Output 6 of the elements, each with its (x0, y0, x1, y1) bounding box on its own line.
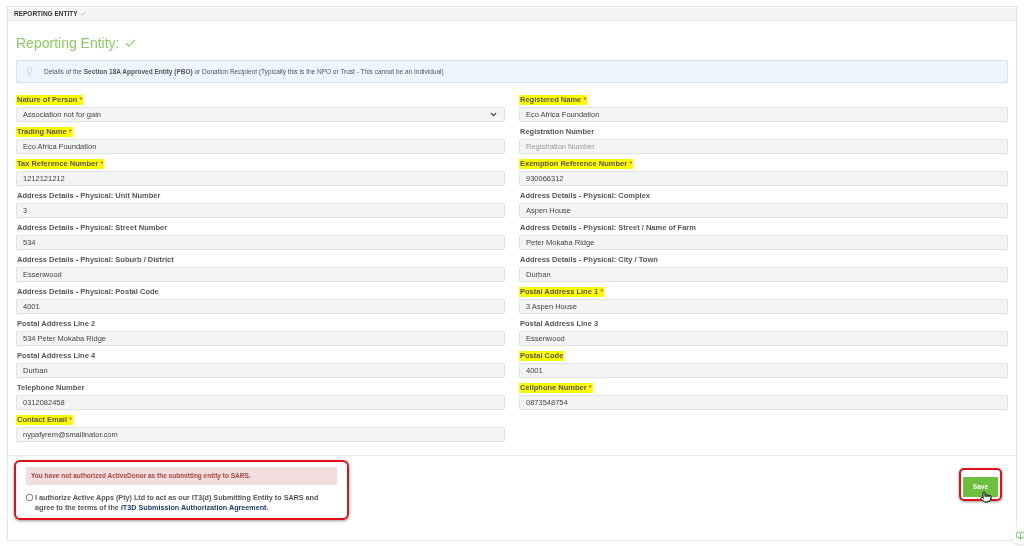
lightbulb-icon (25, 67, 34, 76)
chevron-down-icon (489, 110, 498, 119)
page-heading: Reporting Entity: (16, 34, 120, 53)
book-icon (1015, 530, 1024, 540)
hand-cursor-icon (980, 490, 992, 504)
consent-checkbox[interactable] (26, 493, 33, 501)
